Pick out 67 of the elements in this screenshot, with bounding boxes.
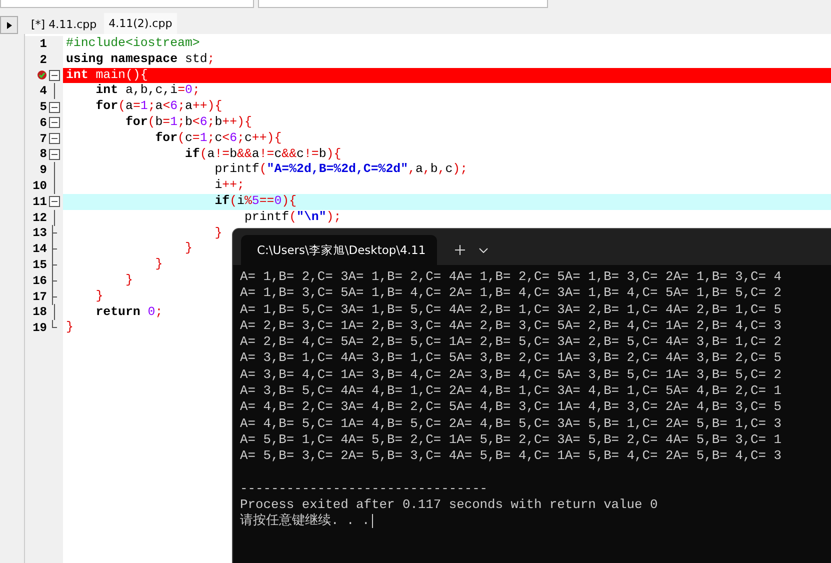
code-line: for(a=1;a<6;a++){ xyxy=(94,99,222,115)
line-number: 13 xyxy=(32,226,47,240)
scroll-right-button[interactable] xyxy=(0,16,18,34)
line-number: 15 xyxy=(32,258,47,272)
code-line: i++; xyxy=(214,178,244,194)
line-number: 1 xyxy=(40,36,47,51)
code-line: printf("\n"); xyxy=(243,210,342,226)
press-key-prompt: 请按任意键继续. . . xyxy=(240,513,370,528)
output-line: A= 2,B= 3,C= 1A= 2,B= 3,C= 4A= 2,B= 3,C= 5A= 2,B= 4,C= 1A= 2,B= 4,C= 3 xyxy=(240,318,782,334)
line-number: 17 xyxy=(32,290,47,304)
output-line: A= 1,B= 5,C= 3A= 1,B= 5,C= 4A= 2,B= 1,C= 3A= 2,B= 1,C= 4A= 2,B= 1,C= 5 xyxy=(240,302,782,318)
code-line: printf("A=%2d,B=%2d,C=%2d",a,b,c); xyxy=(214,162,468,178)
code-line: #include<iostream> xyxy=(65,36,200,52)
code-line: } xyxy=(65,320,74,336)
terminal-title: C:\Users\李家旭\Desktop\4.11 xyxy=(257,242,426,258)
output-line: A= 4,B= 5,C= 1A= 4,B= 5,C= 2A= 4,B= 5,C= 3A= 5,B= 1,C= 2A= 5,B= 1,C= 3 xyxy=(240,416,782,432)
code-line: return 0; xyxy=(94,304,163,320)
line-number: 16 xyxy=(32,274,47,288)
code-line: for(c=1;c<6;c++){ xyxy=(154,130,282,147)
output-line: A= 3,B= 1,C= 4A= 3,B= 1,C= 5A= 3,B= 2,C= 1A= 3,B= 2,C= 4A= 3,B= 2,C= 5 xyxy=(240,350,782,367)
line-number: 2 xyxy=(40,52,47,67)
line-number: 8 xyxy=(40,147,47,162)
code-line: int a,b,c,i=0; xyxy=(94,83,200,100)
right-triangle-icon xyxy=(6,22,12,28)
code-line: } xyxy=(214,226,222,242)
line-number: 7 xyxy=(40,132,47,146)
terminal-tab[interactable]: C:\Users\李家旭\Desktop\4.11 xyxy=(241,235,437,265)
fold-collapse-icon[interactable] xyxy=(48,196,60,208)
line-number: 14 xyxy=(32,242,47,256)
line-number: 6 xyxy=(40,116,47,130)
text-cursor xyxy=(372,514,373,528)
line-number: 18 xyxy=(32,305,47,320)
separator-line: -------------------------------- xyxy=(240,480,489,498)
chevron-down-icon[interactable] xyxy=(479,248,488,252)
exit-message: Process exited after 0.117 seconds with return value 0 xyxy=(240,497,659,513)
output-line: A= 5,B= 1,C= 4A= 5,B= 2,C= 1A= 5,B= 2,C= 3A= 5,B= 2,C= 4A= 5,B= 3,C= 1 xyxy=(240,432,782,448)
fold-collapse-icon[interactable] xyxy=(48,133,60,144)
line-number: 5 xyxy=(40,100,47,114)
code-line: if(a!=b&&a!=c&&c!=b){ xyxy=(184,146,342,162)
output-line: A= 5,B= 3,C= 2A= 5,B= 3,C= 4A= 5,B= 4,C= 1A= 5,B= 4,C= 2A= 5,B= 4,C= 3 xyxy=(240,448,782,465)
fold-collapse-icon[interactable] xyxy=(48,102,60,113)
code-line: } xyxy=(124,272,133,289)
output-line: A= 4,B= 2,C= 3A= 4,B= 2,C= 5A= 4,B= 3,C= 1A= 4,B= 3,C= 2A= 4,B= 3,C= 5 xyxy=(240,399,782,416)
code-line: } xyxy=(154,257,163,273)
output-line: A= 3,B= 4,C= 1A= 3,B= 4,C= 2A= 3,B= 4,C= 5A= 3,B= 5,C= 1A= 3,B= 5,C= 2 xyxy=(240,366,782,384)
fold-collapse-icon[interactable] xyxy=(48,117,60,128)
dropdown-field[interactable] xyxy=(0,0,254,8)
line-number: 12 xyxy=(32,210,47,225)
code-line: } xyxy=(94,288,104,305)
line-number: 10 xyxy=(32,179,47,194)
line-number: 11 xyxy=(32,194,47,209)
breakpoint-icon[interactable] xyxy=(37,70,47,80)
line-number: 19 xyxy=(32,321,47,336)
output-line: A= 1,B= 2,C= 3A= 1,B= 2,C= 4A= 1,B= 2,C= 5A= 1,B= 3,C= 2A= 1,B= 3,C= 4 xyxy=(240,269,782,286)
code-line: } xyxy=(184,241,192,258)
line-number: 4 xyxy=(40,84,47,98)
plus-icon[interactable] xyxy=(455,245,465,255)
output-line: A= 1,B= 3,C= 5A= 1,B= 4,C= 2A= 1,B= 4,C= 3A= 1,B= 4,C= 5A= 1,B= 5,C= 2 xyxy=(240,285,782,302)
code-line: for(b=1;b<6;b++){ xyxy=(124,114,252,131)
dropdown-field[interactable] xyxy=(258,0,548,8)
output-line: A= 3,B= 5,C= 4A= 4,B= 1,C= 2A= 4,B= 1,C= 3A= 4,B= 1,C= 5A= 4,B= 2,C= 1 xyxy=(240,383,782,400)
line-number: 9 xyxy=(40,163,47,178)
fold-collapse-icon[interactable] xyxy=(48,148,60,160)
file-tab[interactable]: 4.11(2).cpp xyxy=(104,13,178,34)
output-line: A= 2,B= 4,C= 5A= 2,B= 5,C= 1A= 2,B= 5,C= 3A= 2,B= 5,C= 4A= 3,B= 1,C= 2 xyxy=(240,334,782,350)
fold-collapse-icon[interactable] xyxy=(48,70,60,81)
code-line: using namespace std; xyxy=(65,52,215,68)
